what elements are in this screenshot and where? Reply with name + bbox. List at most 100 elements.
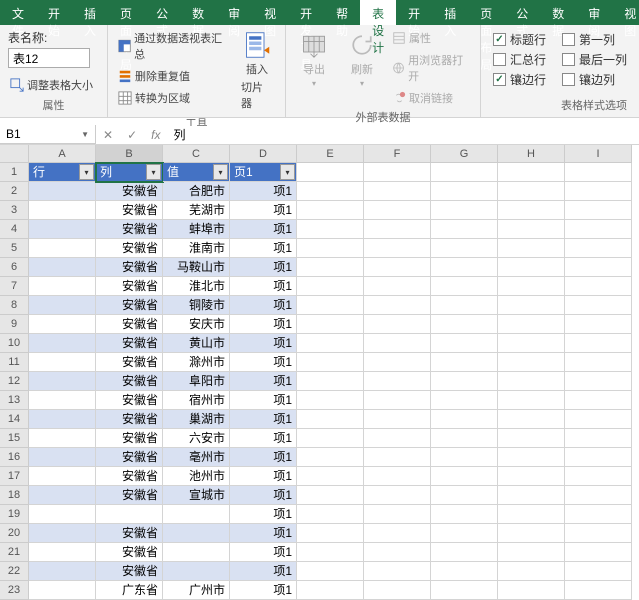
cell[interactable] bbox=[431, 391, 498, 410]
cell[interactable] bbox=[565, 182, 632, 201]
cell[interactable] bbox=[297, 220, 364, 239]
row-header-4[interactable]: 4 bbox=[0, 220, 29, 239]
cell[interactable]: 项1 bbox=[230, 315, 297, 334]
cell[interactable] bbox=[364, 163, 431, 182]
cell[interactable]: 项1 bbox=[230, 220, 297, 239]
cell[interactable] bbox=[498, 353, 565, 372]
tab-file[interactable]: 文件 bbox=[0, 0, 36, 25]
cell[interactable] bbox=[498, 524, 565, 543]
cell[interactable] bbox=[498, 201, 565, 220]
insert-slicer-button[interactable]: 插入 切片器 bbox=[237, 29, 277, 113]
cell[interactable] bbox=[498, 239, 565, 258]
cell[interactable] bbox=[565, 277, 632, 296]
cell[interactable] bbox=[297, 315, 364, 334]
cell[interactable] bbox=[364, 315, 431, 334]
cell[interactable] bbox=[565, 524, 632, 543]
cell[interactable] bbox=[163, 524, 230, 543]
name-box[interactable]: B1 ▼ bbox=[0, 125, 96, 144]
cell[interactable] bbox=[297, 505, 364, 524]
cell[interactable] bbox=[29, 524, 96, 543]
remove-duplicates-button[interactable]: 删除重复值 bbox=[116, 67, 229, 85]
cell[interactable]: 铜陵市 bbox=[163, 296, 230, 315]
cell[interactable] bbox=[364, 277, 431, 296]
cell[interactable]: 六安市 bbox=[163, 429, 230, 448]
cell[interactable]: 淮北市 bbox=[163, 277, 230, 296]
cell[interactable] bbox=[498, 258, 565, 277]
convert-range-button[interactable]: 转换为区域 bbox=[116, 89, 229, 107]
cell[interactable]: 安徽省 bbox=[96, 296, 163, 315]
cell[interactable]: 项1 bbox=[230, 353, 297, 372]
cell[interactable] bbox=[565, 353, 632, 372]
cell[interactable]: 安徽省 bbox=[96, 524, 163, 543]
cell[interactable] bbox=[498, 163, 565, 182]
cell[interactable]: 安徽省 bbox=[96, 220, 163, 239]
cell[interactable] bbox=[29, 467, 96, 486]
cell[interactable]: 安庆市 bbox=[163, 315, 230, 334]
chk-last-col[interactable]: 最后一列 bbox=[562, 51, 627, 68]
row-header-7[interactable]: 7 bbox=[0, 277, 29, 296]
select-all-corner[interactable] bbox=[0, 145, 29, 163]
cell[interactable] bbox=[364, 543, 431, 562]
row-header-6[interactable]: 6 bbox=[0, 258, 29, 277]
cell[interactable] bbox=[297, 391, 364, 410]
cell[interactable] bbox=[29, 543, 96, 562]
col-header-E[interactable]: E bbox=[297, 145, 364, 163]
row-header-20[interactable]: 20 bbox=[0, 524, 29, 543]
cell[interactable]: 安徽省 bbox=[96, 277, 163, 296]
row-header-2[interactable]: 2 bbox=[0, 182, 29, 201]
col-header-A[interactable]: A bbox=[29, 145, 96, 163]
cell[interactable] bbox=[96, 505, 163, 524]
cell[interactable] bbox=[431, 448, 498, 467]
row-header-17[interactable]: 17 bbox=[0, 467, 29, 486]
cell[interactable]: 安徽省 bbox=[96, 239, 163, 258]
cell[interactable]: 安徽省 bbox=[96, 486, 163, 505]
cell[interactable] bbox=[29, 353, 96, 372]
refresh-button[interactable]: 刷新 ▾ bbox=[342, 29, 382, 107]
cell[interactable] bbox=[364, 182, 431, 201]
row-header-16[interactable]: 16 bbox=[0, 448, 29, 467]
table-name-input[interactable] bbox=[8, 48, 90, 68]
cell[interactable] bbox=[498, 277, 565, 296]
cell[interactable]: 马鞍山市 bbox=[163, 258, 230, 277]
row-header-13[interactable]: 13 bbox=[0, 391, 29, 410]
cell[interactable] bbox=[565, 334, 632, 353]
filter-dropdown-icon[interactable]: ▾ bbox=[146, 164, 161, 180]
cell[interactable]: 安徽省 bbox=[96, 201, 163, 220]
cell[interactable]: 安徽省 bbox=[96, 334, 163, 353]
row-header-9[interactable]: 9 bbox=[0, 315, 29, 334]
tab-2[interactable]: 页面布局 bbox=[468, 0, 504, 25]
cell[interactable] bbox=[565, 410, 632, 429]
cell[interactable]: 项1 bbox=[230, 562, 297, 581]
tab-插入[interactable]: 插入 bbox=[72, 0, 108, 25]
cell[interactable] bbox=[29, 277, 96, 296]
cell[interactable]: 广州市 bbox=[163, 581, 230, 600]
cell[interactable] bbox=[364, 201, 431, 220]
cell[interactable] bbox=[565, 581, 632, 600]
cell[interactable] bbox=[29, 258, 96, 277]
cell[interactable] bbox=[565, 429, 632, 448]
cell[interactable] bbox=[431, 182, 498, 201]
cell[interactable]: 安徽省 bbox=[96, 562, 163, 581]
row-header-12[interactable]: 12 bbox=[0, 372, 29, 391]
cell[interactable] bbox=[297, 296, 364, 315]
cell[interactable] bbox=[431, 410, 498, 429]
row-header-18[interactable]: 18 bbox=[0, 486, 29, 505]
cell[interactable]: 项1 bbox=[230, 277, 297, 296]
tab-开发工具[interactable]: 开发工具 bbox=[288, 0, 324, 25]
cell[interactable] bbox=[431, 562, 498, 581]
cell[interactable]: 安徽省 bbox=[96, 391, 163, 410]
cell[interactable] bbox=[297, 562, 364, 581]
cell[interactable] bbox=[565, 220, 632, 239]
cell[interactable] bbox=[431, 467, 498, 486]
row-header-21[interactable]: 21 bbox=[0, 543, 29, 562]
filter-dropdown-icon[interactable]: ▾ bbox=[280, 164, 295, 180]
cell[interactable] bbox=[364, 220, 431, 239]
cell[interactable] bbox=[29, 334, 96, 353]
cell[interactable] bbox=[297, 372, 364, 391]
cell[interactable] bbox=[297, 410, 364, 429]
cell[interactable] bbox=[297, 182, 364, 201]
cell[interactable] bbox=[29, 201, 96, 220]
table-header-值[interactable]: 值▾ bbox=[163, 163, 230, 182]
cell[interactable] bbox=[297, 334, 364, 353]
col-header-B[interactable]: B bbox=[96, 145, 163, 163]
